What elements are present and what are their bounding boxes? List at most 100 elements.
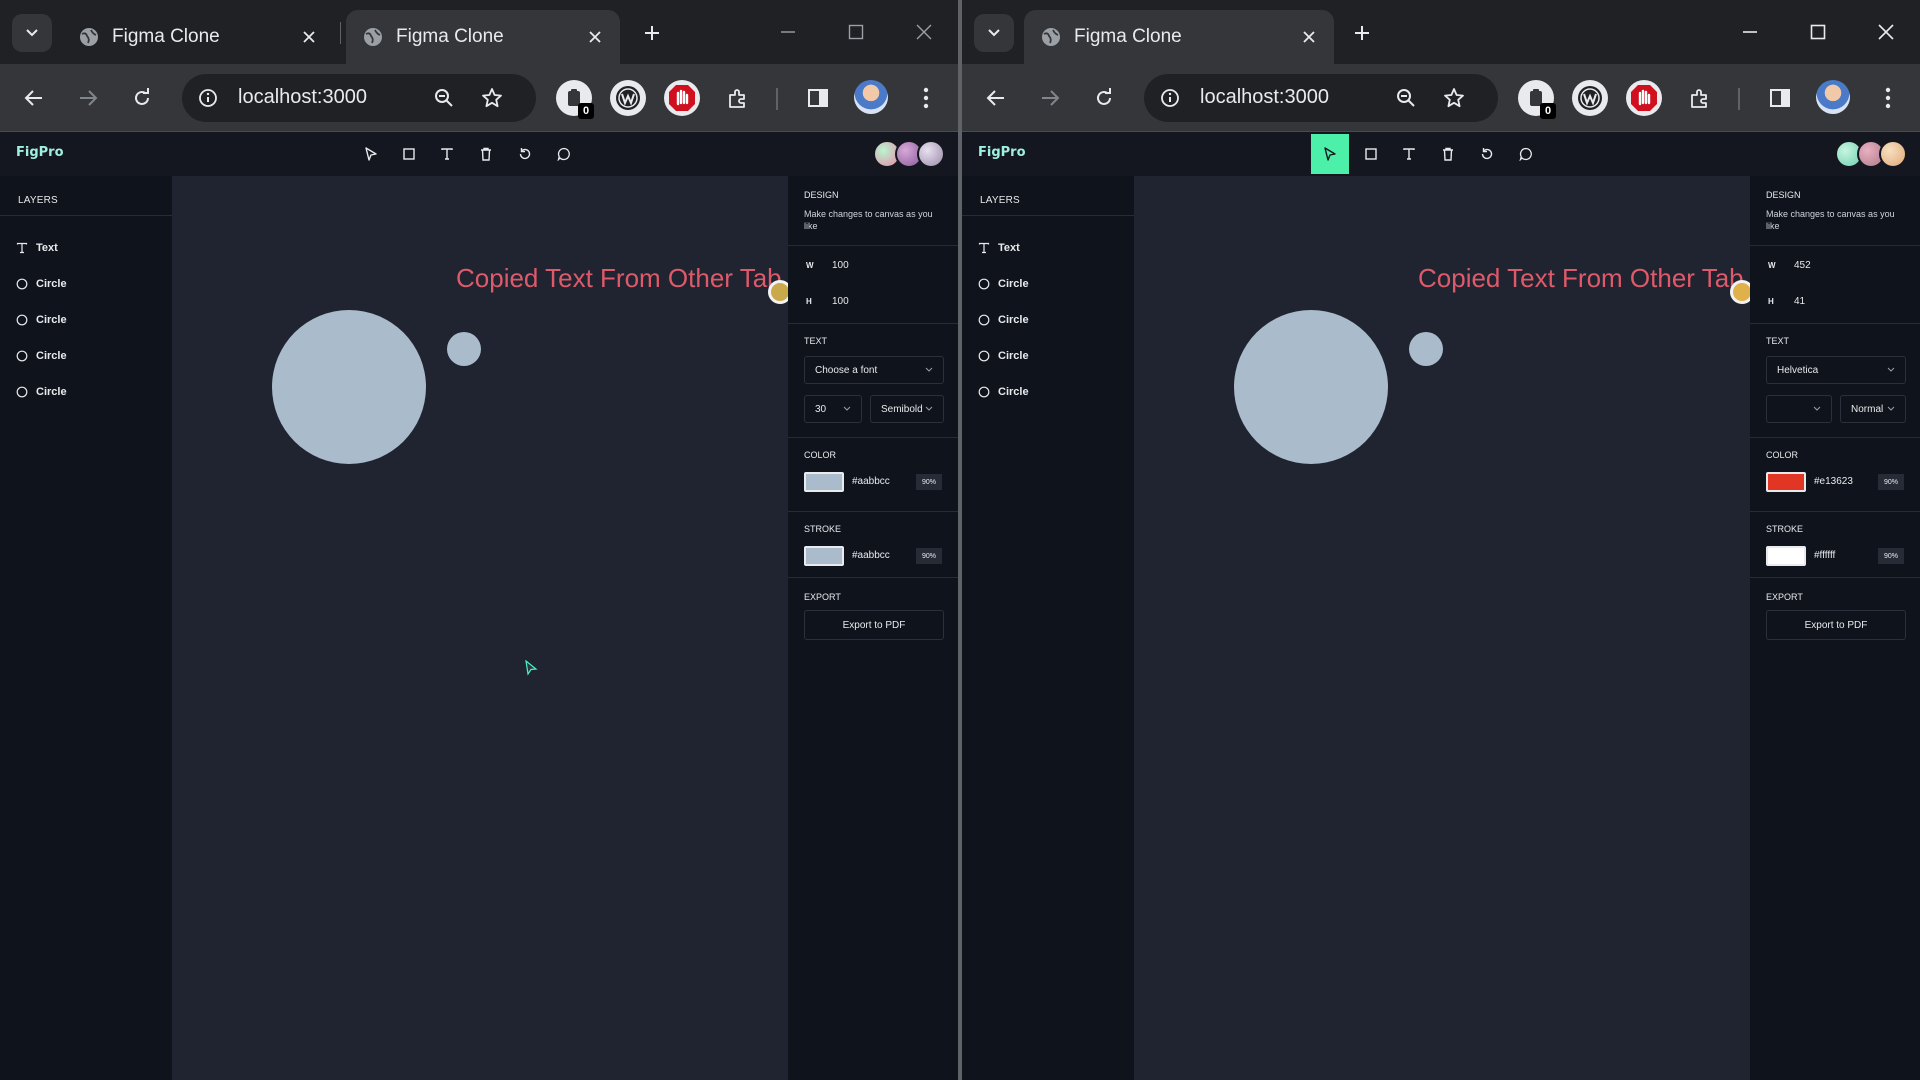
wappalyzer-extension-icon[interactable]	[1572, 80, 1608, 116]
font-family-select[interactable]: Helvetica	[1766, 356, 1906, 384]
tab-close-icon[interactable]	[298, 26, 320, 48]
tab-close-icon[interactable]	[1298, 26, 1320, 48]
browser-tab[interactable]: Figma Clone	[62, 10, 334, 64]
canvas-circle-small[interactable]	[447, 332, 481, 366]
adblock-extension-icon[interactable]	[1626, 80, 1662, 116]
address-bar[interactable]: localhost:3000	[1144, 74, 1498, 122]
export-pdf-button[interactable]: Export to PDF	[1766, 610, 1906, 640]
clipboard-extension-icon[interactable]: 0	[1518, 80, 1556, 119]
back-button[interactable]	[976, 78, 1016, 118]
adblock-extension-icon[interactable]	[664, 80, 700, 116]
minimize-button[interactable]	[1722, 10, 1778, 54]
site-info-icon[interactable]	[192, 82, 224, 114]
bookmark-star-icon[interactable]	[476, 82, 508, 114]
profile-avatar[interactable]	[854, 80, 888, 114]
layer-item-text[interactable]: Text	[962, 230, 1134, 266]
tab-search-button[interactable]	[12, 14, 52, 52]
new-tab-button[interactable]	[1346, 17, 1378, 49]
zoom-icon[interactable]	[428, 82, 460, 114]
height-input[interactable]: 41	[1794, 296, 1805, 307]
close-window-button[interactable]	[896, 10, 952, 54]
forward-button[interactable]	[68, 78, 108, 118]
side-panel-icon[interactable]	[1760, 78, 1800, 118]
reload-button[interactable]	[1084, 78, 1124, 118]
stroke-opacity[interactable]: 90%	[916, 548, 942, 564]
canvas-text-object[interactable]: Copied Text From Other Tab	[1418, 263, 1744, 294]
forward-button[interactable]	[1030, 78, 1070, 118]
canvas-circle-large[interactable]	[272, 310, 426, 464]
stroke-swatch[interactable]	[804, 546, 844, 566]
layer-item-text[interactable]: Text	[0, 230, 172, 266]
maximize-button[interactable]	[828, 10, 884, 54]
layer-item-circle[interactable]: Circle	[0, 302, 172, 338]
layer-item-circle[interactable]: Circle	[962, 338, 1134, 374]
layer-item-circle[interactable]: Circle	[0, 266, 172, 302]
avatar[interactable]	[917, 140, 945, 168]
maximize-button[interactable]	[1790, 10, 1846, 54]
color-hex-input[interactable]: #e13623	[1814, 476, 1853, 487]
address-bar[interactable]: localhost:3000	[182, 74, 536, 122]
width-input[interactable]: 100	[832, 260, 849, 271]
select-tool-button[interactable]	[352, 134, 390, 174]
font-size-select[interactable]: 30	[804, 395, 862, 423]
extensions-puzzle-icon[interactable]	[718, 78, 758, 118]
site-info-icon[interactable]	[1154, 82, 1186, 114]
font-weight-select[interactable]: Normal	[1840, 395, 1906, 423]
stroke-hex-input[interactable]: #aabbcc	[852, 550, 890, 561]
more-menu-icon[interactable]	[906, 78, 946, 118]
color-swatch[interactable]	[1766, 472, 1806, 492]
text-tool-button[interactable]	[1390, 134, 1428, 174]
more-menu-icon[interactable]	[1868, 78, 1908, 118]
select-tool-button[interactable]	[1311, 134, 1349, 174]
comment-tool-button[interactable]	[545, 134, 583, 174]
browser-tab-active[interactable]: Figma Clone	[1024, 10, 1334, 64]
profile-avatar[interactable]	[1816, 80, 1850, 114]
reset-tool-button[interactable]	[1468, 134, 1506, 174]
clipboard-extension-icon[interactable]: 0	[556, 80, 594, 119]
font-family-select[interactable]: Choose a font	[804, 356, 944, 384]
tab-close-icon[interactable]	[584, 26, 606, 48]
color-swatch[interactable]	[804, 472, 844, 492]
canvas-text-object[interactable]: Copied Text From Other Tab	[456, 263, 782, 294]
text-tool-button[interactable]	[428, 134, 466, 174]
layer-item-circle[interactable]: Circle	[962, 302, 1134, 338]
layer-item-circle[interactable]: Circle	[962, 266, 1134, 302]
reload-button[interactable]	[122, 78, 162, 118]
stroke-hex-input[interactable]: #ffffff	[1814, 550, 1835, 561]
minimize-button[interactable]	[760, 10, 816, 54]
rectangle-tool-button[interactable]	[390, 134, 428, 174]
zoom-icon[interactable]	[1390, 82, 1422, 114]
rectangle-tool-button[interactable]	[1352, 134, 1390, 174]
canvas-circle-large[interactable]	[1234, 310, 1388, 464]
design-canvas[interactable]: Copied Text From Other Tab	[172, 176, 788, 1080]
layer-item-circle[interactable]: Circle	[962, 374, 1134, 410]
delete-tool-button[interactable]	[467, 134, 505, 174]
stroke-swatch[interactable]	[1766, 546, 1806, 566]
design-canvas[interactable]: Copied Text From Other Tab	[1134, 176, 1750, 1080]
height-input[interactable]: 100	[832, 296, 849, 307]
delete-tool-button[interactable]	[1429, 134, 1467, 174]
bookmark-star-icon[interactable]	[1438, 82, 1470, 114]
comment-tool-button[interactable]	[1507, 134, 1545, 174]
reset-tool-button[interactable]	[506, 134, 544, 174]
new-tab-button[interactable]	[636, 17, 668, 49]
back-button[interactable]	[14, 78, 54, 118]
export-pdf-button[interactable]: Export to PDF	[804, 610, 944, 640]
width-input[interactable]: 452	[1794, 260, 1811, 271]
color-opacity[interactable]: 90%	[1878, 474, 1904, 490]
browser-tab-active[interactable]: Figma Clone	[346, 10, 620, 64]
font-size-select[interactable]	[1766, 395, 1832, 423]
side-panel-icon[interactable]	[798, 78, 838, 118]
layer-item-circle[interactable]: Circle	[0, 374, 172, 410]
close-window-button[interactable]	[1858, 10, 1914, 54]
tab-search-button[interactable]	[974, 14, 1014, 52]
layer-item-circle[interactable]: Circle	[0, 338, 172, 374]
wappalyzer-extension-icon[interactable]	[610, 80, 646, 116]
color-opacity[interactable]: 90%	[916, 474, 942, 490]
canvas-circle-small[interactable]	[1409, 332, 1443, 366]
font-weight-select[interactable]: Semibold	[870, 395, 944, 423]
color-hex-input[interactable]: #aabbcc	[852, 476, 890, 487]
avatar[interactable]	[1879, 140, 1907, 168]
stroke-opacity[interactable]: 90%	[1878, 548, 1904, 564]
extensions-puzzle-icon[interactable]	[1680, 78, 1720, 118]
